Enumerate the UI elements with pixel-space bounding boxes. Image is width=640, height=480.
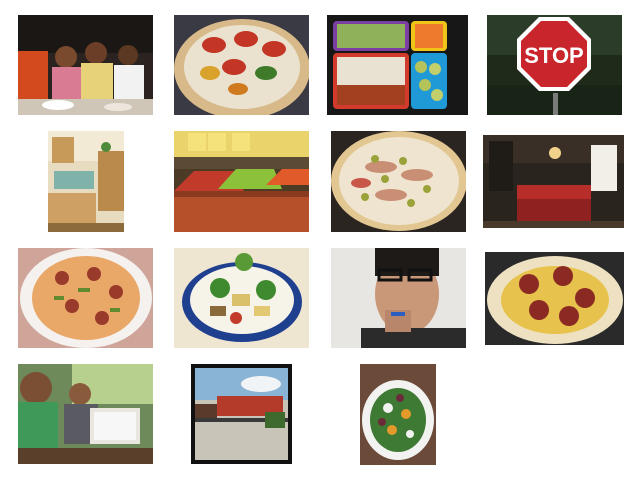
group-photo-image [18,15,153,115]
sausage-pizza-plate-image [18,248,153,348]
olive-pizza-image [331,131,466,232]
photo-stop-sign[interactable]: STOP [487,15,622,115]
salad-plate-image [360,364,436,465]
photo-vegetable-pizza[interactable] [174,15,309,115]
freight-train-image [191,364,292,464]
photo-group-restaurant[interactable] [18,15,153,115]
photo-men-at-laptop[interactable] [18,364,153,464]
photo-vegetable-stir-fry-bowl[interactable] [174,248,309,348]
dark-kitchen-island-image [483,135,624,228]
photo-bento-lunchbox[interactable] [327,15,468,115]
photo-olive-pizza[interactable] [331,131,466,232]
men-at-laptop-image [18,364,153,464]
photo-sausage-pizza-plate[interactable] [18,248,153,348]
man-with-glasses-toothbrush-image [331,248,466,348]
kitchen-interior-image [48,131,124,232]
photo-kitchen-interior[interactable] [48,131,124,232]
photo-produce-market[interactable] [174,131,309,232]
photo-pepperoni-tortilla-pizza[interactable] [485,252,624,345]
vegetable-pizza-image [174,15,309,115]
photo-freight-train[interactable] [191,364,292,464]
vegetable-stir-fry-bowl-image [174,248,309,348]
bento-lunchbox-image [327,15,468,115]
photo-salad-plate[interactable] [360,364,436,465]
stop-sign-image: STOP [487,15,622,115]
pepperoni-tortilla-pizza-image [485,252,624,345]
photo-man-with-glasses-toothbrush[interactable] [331,248,466,348]
produce-market-image [174,131,309,232]
stop-sign-text: STOP [524,43,584,68]
photo-dark-kitchen-island[interactable] [483,135,624,228]
